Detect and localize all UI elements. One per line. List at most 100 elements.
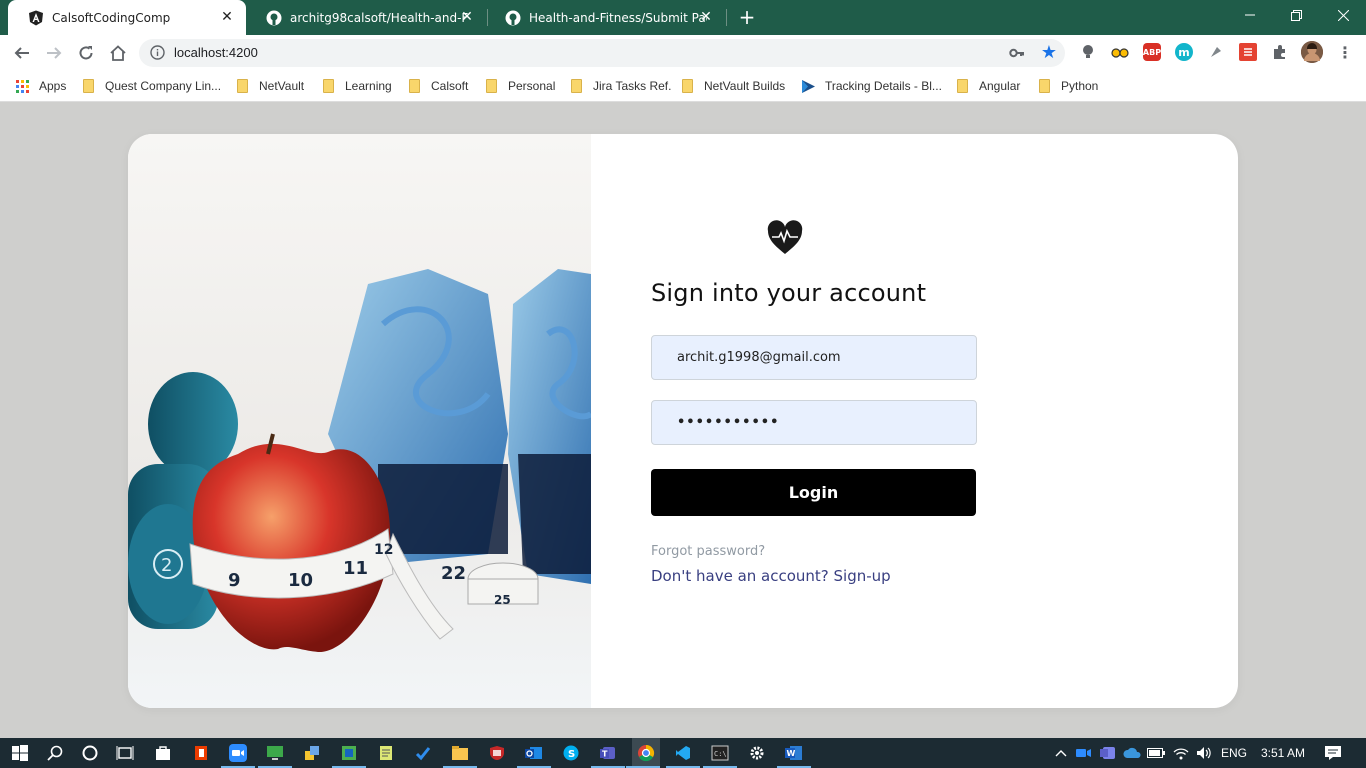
ext-m-icon[interactable]: m [1175, 43, 1193, 61]
wifi-icon[interactable] [1170, 742, 1192, 764]
email-value: archit.g1998@gmail.com [677, 350, 841, 365]
bookmark-folder[interactable]: Personal [486, 77, 555, 95]
bookmark-tracking[interactable]: Tracking Details - Bl... [801, 77, 942, 95]
home-icon[interactable] [106, 41, 130, 65]
clock-time[interactable]: 3:51 AM [1261, 746, 1305, 760]
angular-icon [28, 10, 44, 26]
folder-icon [957, 79, 968, 93]
bookmark-star-icon[interactable]: ★ [1041, 43, 1057, 63]
ext-glasses-icon[interactable] [1111, 43, 1129, 61]
close-icon[interactable]: ✕ [460, 10, 474, 24]
app-icon[interactable] [332, 742, 366, 768]
github-icon [505, 10, 521, 26]
tab-github-submit-page[interactable]: Health-and-Fitness/Submit Page ✕ [485, 0, 725, 35]
ext-m-label: m [1178, 45, 1190, 59]
windows-start-icon[interactable] [9, 742, 31, 764]
restore-icon[interactable] [1273, 0, 1319, 30]
tray-teams-icon[interactable] [1097, 742, 1119, 764]
tab-github-health-fitness[interactable]: architg98calsoft/Health-and-Fitness ✕ [246, 0, 486, 35]
windows-taskbar: S T C:\ W ENG 3:51 AM [0, 738, 1366, 768]
task-view-icon[interactable] [114, 742, 136, 764]
word-icon[interactable]: W [777, 742, 811, 768]
settings-gear-icon[interactable] [746, 742, 768, 764]
browser-toolbar: localhost:4200 ★ [0, 35, 1366, 70]
folder-icon [486, 79, 497, 93]
extensions-puzzle-icon[interactable] [1271, 43, 1289, 61]
network-tool-icon[interactable] [301, 742, 323, 764]
store-icon[interactable] [152, 742, 174, 764]
address-bar[interactable]: localhost:4200 ★ [139, 39, 1065, 67]
forgot-password-link[interactable]: Forgot password? [651, 544, 765, 559]
bookmark-folder[interactable]: Jira Tasks Ref. [571, 77, 671, 95]
login-card: 9 10 11 12 22 25 2 Sign into your accoun… [128, 134, 1238, 708]
tape-number: 25 [494, 593, 511, 607]
bookmark-folder[interactable]: NetVault Builds [682, 77, 785, 95]
close-icon[interactable]: ✕ [699, 10, 713, 24]
bookmark-apps[interactable]: Apps [16, 77, 66, 95]
apps-grid-icon [16, 79, 29, 93]
bookmark-folder[interactable]: Calsoft [409, 77, 468, 95]
tape-number: 11 [343, 558, 368, 579]
key-icon[interactable] [1009, 45, 1025, 65]
play-arrow-icon [801, 79, 816, 94]
back-arrow-icon[interactable] [10, 41, 34, 65]
outlook-icon[interactable] [517, 742, 551, 768]
more-menu-icon[interactable]: ⋮ [1336, 43, 1354, 62]
folder-icon [323, 79, 334, 93]
ext-bulb-icon[interactable] [1079, 43, 1097, 61]
folder-icon [409, 79, 420, 93]
svg-text:S: S [568, 749, 575, 760]
browser-tab-strip: CalsoftCodingComp ✕ architg98calsoft/Hea… [0, 0, 1366, 35]
email-field[interactable]: archit.g1998@gmail.com [651, 335, 977, 380]
svg-text:W: W [787, 749, 796, 758]
onedrive-icon[interactable] [1121, 742, 1143, 764]
login-button[interactable]: Login [651, 469, 976, 516]
chevron-up-icon[interactable] [1050, 742, 1072, 764]
bookmark-label: Angular [979, 79, 1021, 93]
skype-icon[interactable]: S [560, 742, 582, 764]
security-shield-icon[interactable] [486, 742, 508, 764]
ext-todoist-icon[interactable] [1239, 43, 1257, 61]
ext-rocket-icon[interactable] [1207, 43, 1225, 61]
battery-icon[interactable] [1145, 742, 1167, 764]
new-tab-plus-icon[interactable]: + [737, 7, 757, 27]
close-icon[interactable]: ✕ [220, 10, 234, 24]
password-field[interactable]: ••••••••••• [651, 400, 977, 445]
tab-calsoft-coding-comp[interactable]: CalsoftCodingComp ✕ [8, 0, 246, 35]
info-icon[interactable] [150, 45, 165, 64]
bookmark-folder[interactable]: Python [1039, 77, 1098, 95]
bookmark-label: Quest Company Lin... [105, 79, 222, 93]
teams-icon[interactable]: T [591, 742, 625, 768]
bookmark-folder[interactable]: Learning [323, 77, 392, 95]
cortana-icon[interactable] [79, 742, 101, 764]
bookmark-folder[interactable]: NetVault [237, 77, 304, 95]
todo-check-icon[interactable] [412, 742, 434, 764]
chrome-icon[interactable] [626, 738, 660, 768]
file-explorer-icon[interactable] [443, 742, 477, 768]
profile-avatar[interactable] [1301, 41, 1323, 63]
forward-arrow-icon[interactable] [42, 41, 66, 65]
search-icon[interactable] [44, 742, 66, 764]
zoom-icon[interactable] [221, 742, 255, 768]
tape-number: 9 [228, 570, 241, 591]
window-close-icon[interactable] [1320, 0, 1366, 30]
office-icon[interactable] [190, 742, 212, 764]
volume-icon[interactable] [1193, 742, 1215, 764]
terminal-icon[interactable]: C:\ [703, 742, 737, 768]
tray-zoom-icon[interactable] [1073, 742, 1095, 764]
notepad-icon[interactable] [375, 742, 397, 764]
minimize-icon[interactable] [1227, 0, 1273, 30]
remote-desktop-icon[interactable] [258, 742, 292, 768]
tab-title: Health-and-Fitness/Submit Page [529, 10, 707, 25]
bookmark-folder[interactable]: Angular [957, 77, 1020, 95]
vscode-icon[interactable] [666, 742, 700, 768]
signup-link[interactable]: Don't have an account? Sign-up [651, 567, 891, 585]
reload-icon[interactable] [74, 41, 98, 65]
tab-title: CalsoftCodingComp [52, 10, 171, 25]
adblock-icon[interactable]: ABP [1143, 43, 1161, 61]
url-text: localhost:4200 [174, 45, 258, 60]
notification-center-icon[interactable] [1322, 742, 1344, 764]
bookmark-folder[interactable]: Quest Company Lin... [83, 77, 221, 95]
tape-number: 22 [441, 563, 466, 584]
input-language[interactable]: ENG [1221, 746, 1247, 760]
